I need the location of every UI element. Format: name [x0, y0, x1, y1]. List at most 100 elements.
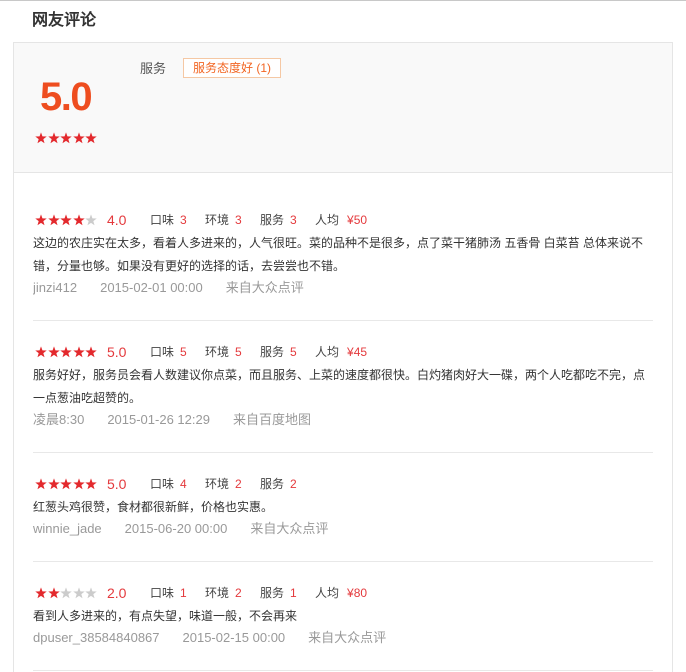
- sub-score: 环境 3: [205, 211, 260, 229]
- review-source: 来自大众点评: [225, 280, 304, 295]
- tag-category-label: 服务: [140, 61, 167, 76]
- sub-score-label: 环境: [205, 213, 230, 227]
- sub-score-label: 服务: [260, 586, 285, 600]
- sub-score: 服务 1: [260, 584, 315, 602]
- sub-score: 口味 5: [150, 343, 205, 361]
- sub-score-value: 5: [290, 345, 297, 359]
- sub-score-value: 3: [235, 213, 242, 227]
- star-filled-icon: [85, 132, 97, 144]
- star-filled-icon: [47, 132, 60, 144]
- sub-score-label: 环境: [205, 345, 230, 359]
- star-empty-icon: [85, 587, 97, 599]
- review-date: 2015-06-20 00:00: [124, 521, 228, 536]
- sub-score-label: 服务: [260, 345, 285, 359]
- filter-tag[interactable]: 服务态度好 (1): [183, 58, 282, 78]
- review-meta: 凌晨8:30 2015-01-26 12:29 来自百度地图: [33, 410, 653, 430]
- review-date: 2015-02-15 00:00: [182, 630, 286, 645]
- rating-row: 4.0 口味 3 环境 3 服务 3 人均 ¥50: [33, 211, 653, 229]
- sub-score-value: 3: [290, 213, 297, 227]
- review-score: 2.0: [107, 585, 127, 601]
- avg-price-label: 人均: [315, 213, 340, 227]
- avg-price: 人均 ¥80: [315, 584, 367, 602]
- sub-score: 环境 2: [205, 475, 260, 493]
- star-filled-icon: [72, 478, 85, 490]
- sub-score: 口味 4: [150, 475, 205, 493]
- review-text: 看到人多进来的，有点失望，味道一般，不会再来: [33, 605, 653, 628]
- sub-score-value: 3: [180, 213, 187, 227]
- review-date: 2015-01-26 12:29: [107, 412, 210, 427]
- review-source: 来自大众点评: [250, 521, 329, 536]
- review-author: jinzi412: [33, 280, 78, 295]
- sub-score-label: 环境: [205, 586, 230, 600]
- review-source: 来自大众点评: [308, 630, 387, 645]
- review-score: 5.0: [107, 344, 127, 360]
- review-source: 来自百度地图: [232, 412, 311, 427]
- section-title: 网友评论: [32, 12, 97, 29]
- sub-score: 环境 5: [205, 343, 260, 361]
- sub-score-label: 服务: [260, 213, 285, 227]
- review-star-rating: [35, 587, 97, 599]
- reviews-panel: 5.0 服务 服务态度好 (1) 4.0 口味 3 环境 3 服务 3 人均 ¥50 这边的农庄实…: [13, 42, 673, 672]
- sub-score: 服务 3: [260, 211, 315, 229]
- overall-score: 5.0: [40, 75, 93, 119]
- sub-score-value: 4: [180, 477, 187, 491]
- review-star-rating: [35, 478, 97, 490]
- star-filled-icon: [72, 346, 85, 358]
- review-score: 4.0: [107, 212, 127, 228]
- star-filled-icon: [35, 587, 47, 599]
- review-text-line: 错，分量也够。如果没有更好的选择的话，去尝尝也不错。: [33, 259, 346, 273]
- review-text-line: 红葱头鸡很赞，食材都很新鲜，价格也实惠。: [33, 500, 274, 514]
- sub-score: 服务 5: [260, 343, 315, 361]
- review-date: 2015-02-01 00:00: [100, 280, 203, 295]
- star-filled-icon: [47, 346, 60, 358]
- sub-score-label: 口味: [150, 213, 175, 227]
- review-item: 5.0 口味 5 环境 5 服务 5 人均 ¥45 服务好好，服务员会看人数建议你点菜，而且服务、…: [33, 321, 653, 453]
- review-text: 红葱头鸡很赞，食材都很新鲜，价格也实惠。: [33, 496, 653, 519]
- review-author: winnie_jade: [33, 521, 102, 536]
- review-author: dpuser_38584840867: [33, 630, 160, 645]
- sub-score-value: 1: [180, 586, 187, 600]
- review-text-line: 看到人多进来的，有点失望，味道一般，不会再来: [33, 609, 298, 623]
- avg-price-label: 人均: [315, 345, 340, 359]
- review-item: 5.0 口味 4 环境 2 服务 2 红葱头鸡很赞，食材都很新鲜，价格也实惠。 winnie_j…: [33, 453, 653, 562]
- sub-score-label: 环境: [205, 477, 230, 491]
- rating-row: 2.0 口味 1 环境 2 服务 1 人均 ¥80: [33, 584, 653, 602]
- review-text-line: 一点葱油吃超赞的。: [33, 391, 142, 405]
- review-text: 服务好好，服务员会看人数建议你点菜，而且服务、上菜的速度都很快。白灼猪肉好大一碟…: [33, 364, 653, 410]
- sub-score-label: 口味: [150, 345, 175, 359]
- star-filled-icon: [60, 478, 72, 490]
- review-text: 这边的农庄实在太多，看着人多进来的，人气很旺。菜的品种不是很多，点了菜干猪肺汤 …: [33, 232, 653, 278]
- rating-summary: 5.0 服务 服务态度好 (1): [14, 43, 672, 173]
- overall-star-rating: [35, 132, 97, 144]
- star-empty-icon: [85, 214, 97, 226]
- review-star-rating: [35, 214, 97, 226]
- tag-list: 服务态度好 (1): [183, 58, 282, 78]
- star-filled-icon: [60, 346, 72, 358]
- sub-score-value: 2: [235, 477, 242, 491]
- sub-score-label: 口味: [150, 477, 175, 491]
- rating-row: 5.0 口味 4 环境 2 服务 2: [33, 475, 653, 493]
- star-empty-icon: [72, 587, 85, 599]
- star-filled-icon: [85, 478, 97, 490]
- star-filled-icon: [47, 587, 60, 599]
- sub-score: 环境 2: [205, 584, 260, 602]
- star-filled-icon: [35, 346, 47, 358]
- review-meta: winnie_jade 2015-06-20 00:00 来自大众点评: [33, 519, 653, 539]
- star-filled-icon: [85, 346, 97, 358]
- star-filled-icon: [35, 478, 47, 490]
- review-score: 5.0: [107, 476, 127, 492]
- avg-price: 人均 ¥45: [315, 343, 367, 361]
- avg-price: 人均 ¥50: [315, 211, 367, 229]
- sub-score-label: 口味: [150, 586, 175, 600]
- star-filled-icon: [60, 132, 72, 144]
- star-filled-icon: [35, 214, 47, 226]
- review-item: 4.0 口味 3 环境 3 服务 3 人均 ¥50 这边的农庄实在太多，看着人多进来的，人气很旺。…: [33, 189, 653, 321]
- review-list: 4.0 口味 3 环境 3 服务 3 人均 ¥50 这边的农庄实在太多，看着人多进来的，人气很旺。…: [14, 173, 672, 671]
- star-empty-icon: [60, 587, 72, 599]
- review-item: 2.0 口味 1 环境 2 服务 1 人均 ¥80 看到人多进来的，有点失望，味道一般，不会再来 d…: [33, 562, 653, 671]
- sub-score-value: 5: [180, 345, 187, 359]
- avg-price-value: ¥50: [347, 213, 368, 227]
- star-filled-icon: [47, 478, 60, 490]
- avg-price-value: ¥45: [347, 345, 368, 359]
- review-meta: jinzi412 2015-02-01 00:00 来自大众点评: [33, 278, 653, 298]
